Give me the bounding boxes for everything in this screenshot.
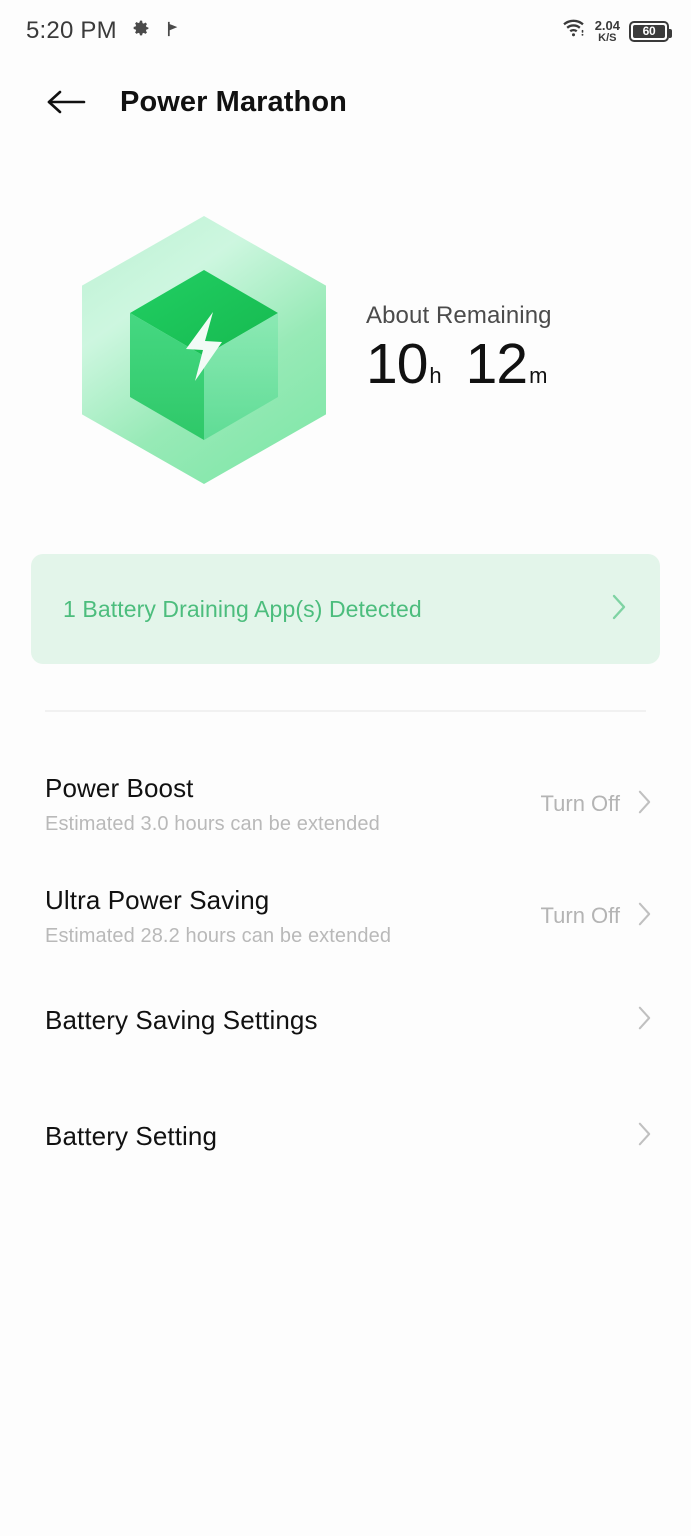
battery-cube-icon bbox=[82, 216, 326, 484]
network-speed: 2.04 K/S bbox=[595, 19, 620, 44]
battery-summary: About Remaining 10 h 12 m bbox=[0, 200, 691, 500]
row-subtitle: Estimated 28.2 hours can be extended bbox=[45, 924, 392, 947]
chevron-right-icon bbox=[636, 1004, 653, 1037]
battery-level-label: 60 bbox=[642, 24, 656, 38]
flag-icon bbox=[164, 19, 183, 44]
row-action-label[interactable]: Turn Off bbox=[541, 791, 620, 817]
draining-apps-label: 1 Battery Draining App(s) Detected bbox=[63, 595, 422, 622]
chevron-right-icon bbox=[636, 1120, 653, 1153]
chevron-right-icon bbox=[610, 592, 628, 627]
row-title: Battery Saving Settings bbox=[45, 1004, 318, 1035]
app-header: Power Marathon bbox=[0, 62, 691, 142]
remaining-hours-unit: h bbox=[429, 362, 442, 388]
remaining-label: About Remaining bbox=[366, 301, 552, 329]
remaining-value: 10 h 12 m bbox=[366, 331, 552, 396]
network-speed-unit: K/S bbox=[598, 31, 617, 44]
draining-apps-banner[interactable]: 1 Battery Draining App(s) Detected bbox=[31, 554, 660, 664]
chevron-right-icon bbox=[636, 900, 653, 933]
remaining-minutes: 12 bbox=[465, 331, 528, 396]
gear-icon bbox=[130, 18, 151, 44]
remaining-hours: 10 bbox=[366, 331, 428, 396]
settings-list: Power Boost Estimated 3.0 hours can be e… bbox=[0, 748, 691, 1184]
battery-icon: 60 bbox=[629, 20, 672, 42]
status-bar: 5:20 PM 2.04 K/S 60 bbox=[0, 0, 691, 62]
list-item-battery-saving-settings[interactable]: Battery Saving Settings bbox=[0, 972, 691, 1068]
row-action-label[interactable]: Turn Off bbox=[541, 903, 620, 929]
status-bar-clock: 5:20 PM bbox=[26, 17, 117, 44]
wifi-icon bbox=[561, 18, 586, 44]
network-speed-value: 2.04 bbox=[594, 17, 620, 33]
list-item-ultra-power-saving[interactable]: Ultra Power Saving Estimated 28.2 hours … bbox=[0, 860, 691, 972]
remaining-minutes-unit: m bbox=[529, 362, 548, 388]
chevron-right-icon bbox=[636, 788, 653, 821]
row-title: Ultra Power Saving bbox=[45, 884, 270, 915]
back-arrow-icon[interactable] bbox=[44, 80, 88, 124]
status-bar-left: 5:20 PM bbox=[26, 17, 183, 45]
row-title: Power Boost bbox=[45, 772, 194, 803]
status-bar-right: 2.04 K/S 60 bbox=[561, 18, 672, 44]
section-divider bbox=[45, 710, 646, 712]
list-item-power-boost[interactable]: Power Boost Estimated 3.0 hours can be e… bbox=[0, 748, 691, 860]
row-title: Battery Setting bbox=[45, 1120, 218, 1151]
row-subtitle: Estimated 3.0 hours can be extended bbox=[45, 812, 380, 835]
remaining-time-block: About Remaining 10 h 12 m bbox=[366, 302, 552, 399]
list-item-battery-setting[interactable]: Battery Setting bbox=[0, 1088, 691, 1184]
page-title: Power Marathon bbox=[120, 85, 347, 118]
